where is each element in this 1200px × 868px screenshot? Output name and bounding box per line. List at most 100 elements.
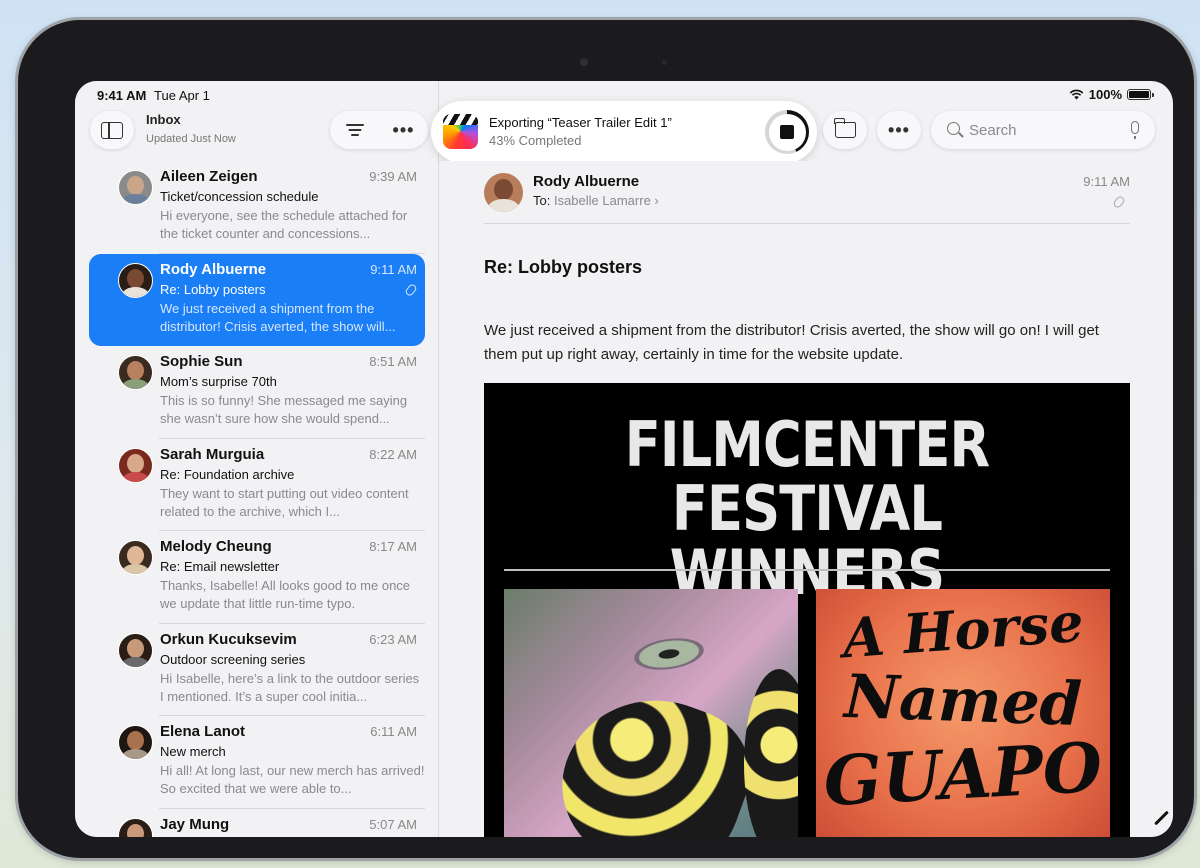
ellipsis-icon: ••• — [888, 120, 910, 140]
search-input[interactable] — [969, 119, 1119, 141]
sidebar-icon — [101, 121, 123, 139]
mail-preview: Hi everyone, see the schedule attached f… — [160, 208, 408, 241]
header-divider — [484, 223, 1130, 224]
status-indicators: 100% — [1069, 87, 1154, 102]
message-sender[interactable]: Rody Albuerne — [533, 173, 639, 190]
ipad-frame: Inbox Updated Just Now ••• Aileen Zeigen… — [18, 20, 1194, 858]
message-recipients[interactable]: To: Isabelle Lamarre › — [533, 193, 659, 208]
status-date: Tue Apr 1 — [154, 88, 210, 103]
list-actions-group: ••• — [330, 111, 428, 149]
sidebar-toggle-button[interactable] — [90, 111, 134, 149]
mail-list: Aileen Zeigen 9:39 AM Ticket/concession sc… — [89, 161, 425, 837]
attached-poster-image[interactable]: FILMCENTER FESTIVAL WINNERS A Horse Name… — [484, 383, 1130, 837]
avatar — [118, 355, 153, 390]
mail-time: 8:17 AM — [369, 539, 417, 554]
sender-avatar — [484, 173, 523, 212]
mail-preview: Thanks, Isabelle! All looks good to me o… — [160, 578, 411, 611]
mail-sender: Jay Mung — [160, 815, 230, 833]
stop-export-button[interactable] — [765, 110, 809, 154]
chevron-right-icon: › — [654, 193, 659, 208]
poster-divider — [504, 569, 1110, 571]
wifi-icon — [1069, 89, 1084, 100]
mail-sender: Rody Albuerne — [160, 260, 267, 278]
filter-icon — [345, 124, 364, 136]
mail-subject: Re: Lobby posters — [160, 281, 266, 297]
sensor — [662, 60, 667, 65]
mailbox-sidebar: Inbox Updated Just Now ••• Aileen Zeigen… — [75, 81, 439, 837]
avatar — [118, 447, 153, 483]
mail-time: 6:23 AM — [369, 631, 417, 647]
mail-subject: Mom’s surprise 70th — [160, 374, 277, 389]
mail-subject: Re: Foundation archive — [160, 466, 295, 482]
battery-icon — [1127, 89, 1154, 100]
battery-percent: 100% — [1088, 87, 1122, 102]
mail-time: 6:11 AM — [370, 724, 417, 739]
folder-icon — [833, 118, 856, 138]
avatar — [118, 540, 153, 575]
mail-subject: New merch — [160, 744, 226, 759]
mail-list-item[interactable]: Aileen Zeigen 9:39 AM Ticket/concession sc… — [89, 161, 425, 254]
mailbox-title: Inbox — [146, 112, 181, 127]
message-reader: Rody Albuerne To: Isabelle Lamarre › 9:1… — [440, 161, 1173, 837]
ellipsis-icon: ••• — [392, 120, 415, 140]
mail-preview: We just received a shipment from the dis… — [160, 300, 396, 334]
mail-list-item[interactable]: Rody Albuerne 9:11 AM Re: Lobby posters We … — [89, 253, 425, 346]
attachment-icon — [404, 282, 418, 297]
film-title-artwork: A Horse Named GUAPO — [816, 589, 1110, 837]
message-body: We just received a shipment from the dis… — [484, 322, 1099, 363]
avatar — [118, 725, 153, 760]
mail-time: 5:07 AM — [369, 816, 417, 832]
search-icon — [947, 122, 960, 135]
mail-sender: Melody Cheung — [160, 538, 272, 555]
export-progress-toast[interactable]: Exporting “Teaser Trailer Edit 1” 43% Co… — [431, 101, 817, 163]
mail-sender: Aileen Zeigen — [160, 168, 258, 185]
attachment-icon — [1112, 194, 1126, 210]
message-more-button[interactable]: ••• — [877, 111, 921, 149]
mail-subject: Ticket/concession schedule — [160, 189, 319, 204]
mail-list-item[interactable]: Sarah Murguia 8:22 AM Re: Foundation archi… — [89, 439, 425, 531]
mail-time: 8:51 AM — [369, 354, 417, 369]
avatar — [118, 632, 153, 668]
mail-subject: Re: Email newsletter — [160, 559, 280, 574]
mail-subject: Outdoor screening series — [160, 651, 306, 667]
avatar — [118, 817, 153, 837]
export-title: Exporting “Teaser Trailer Edit 1” — [489, 115, 672, 130]
mail-preview: They want to start putting out video con… — [160, 485, 409, 519]
avatar — [118, 170, 153, 205]
mail-time: 9:11 AM — [370, 261, 417, 277]
final-cut-pro-icon — [443, 114, 478, 149]
filter-button[interactable] — [330, 111, 379, 149]
mail-sender: Sophie Sun — [160, 353, 243, 370]
to-label: To: — [533, 193, 551, 208]
message-time: 9:11 AM — [1083, 174, 1130, 189]
mail-list-item[interactable]: Jay Mung 5:07 AM — [89, 809, 425, 837]
screen: Inbox Updated Just Now ••• Aileen Zeigen… — [75, 81, 1173, 837]
mail-list-item[interactable]: Orkun Kucuksevim 6:23 AM Outdoor screening… — [89, 624, 425, 716]
butterfly-face-artwork — [504, 589, 798, 837]
mail-list-item[interactable]: Sophie Sun 8:51 AM Mom’s surprise 70th This… — [89, 346, 425, 439]
recipient-name: Isabelle Lamarre — [553, 193, 651, 208]
poster-headline: FESTIVAL WINNERS — [669, 472, 945, 609]
mail-time: 8:22 AM — [369, 446, 417, 462]
mailbox-updated-status: Updated Just Now — [146, 133, 236, 145]
stop-icon — [780, 125, 794, 139]
front-camera — [580, 58, 588, 66]
mail-sender: Sarah Murguia — [160, 445, 265, 463]
message-subject: Re: Lobby posters — [484, 257, 643, 277]
move-to-folder-button[interactable] — [823, 111, 867, 149]
export-progress-label: 43% Completed — [489, 133, 582, 148]
mail-preview: Hi all! At long last, our new merch has … — [160, 763, 425, 796]
mail-list-item[interactable]: Elena Lanot 6:11 AM New merch Hi all! At lo… — [89, 716, 425, 809]
status-time: 9:41 AM — [97, 88, 147, 103]
avatar — [118, 262, 153, 298]
mail-sender: Orkun Kucuksevim — [160, 630, 297, 648]
list-more-button[interactable]: ••• — [379, 111, 428, 149]
mail-preview: Hi Isabelle, here’s a link to the outdoo… — [160, 670, 420, 704]
search-field[interactable] — [931, 111, 1155, 149]
mail-list-item[interactable]: Melody Cheung 8:17 AM Re: Email newsletter… — [89, 531, 425, 624]
poster-brand: FILMCENTER — [624, 408, 990, 481]
mail-time: 9:39 AM — [369, 169, 417, 184]
microphone-icon[interactable] — [1131, 121, 1139, 139]
mail-sender: Elena Lanot — [160, 723, 246, 740]
mail-preview: This is so funny! She messaged me saying… — [160, 393, 408, 426]
